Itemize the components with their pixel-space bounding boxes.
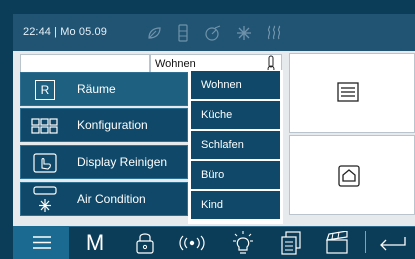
window-icon (178, 24, 188, 42)
menu-item-konfiguration[interactable]: Konfiguration (20, 108, 188, 142)
status-icons (146, 23, 282, 43)
list-icon (337, 82, 359, 102)
aircon-icon (33, 186, 57, 212)
menu-item-label: Display Reinigen (77, 155, 168, 169)
lock-icon (136, 232, 154, 254)
m-button[interactable]: M (80, 226, 110, 259)
menu-item-display-reinigen[interactable]: Display Reinigen (20, 145, 188, 179)
snowflake-icon (237, 26, 251, 40)
menu-item-label: Räume (77, 82, 116, 96)
lock-button[interactable] (130, 226, 160, 259)
hand-icon (33, 153, 57, 173)
submenu-item-buero[interactable]: Büro (191, 161, 280, 189)
hamburger-icon (33, 236, 51, 249)
bulb-icon (233, 230, 253, 254)
heat-icon (267, 25, 281, 40)
submenu-item-schlafen[interactable]: Schlafen (191, 131, 280, 159)
leaf-icon (148, 27, 161, 39)
light-button[interactable] (226, 226, 260, 259)
rooms-icon: R (35, 80, 55, 100)
menu-item-raeume[interactable]: R Räume (20, 72, 188, 106)
menu-item-label: Air Condition (77, 192, 146, 206)
taskbar-divider (365, 231, 366, 253)
document-button[interactable] (276, 226, 306, 259)
document-icon (281, 230, 301, 255)
menu-button[interactable] (13, 226, 69, 259)
submenu-item-kueche[interactable]: Küche (191, 101, 280, 129)
grid-icon (31, 118, 58, 134)
back-icon (380, 236, 406, 250)
scene-icon (326, 230, 348, 254)
scene-button[interactable] (322, 226, 354, 259)
status-bar: 22:44 | Mo 05.09 (13, 14, 415, 51)
shutter-icon (205, 25, 221, 41)
submenu-item-kind[interactable]: Kind (191, 191, 280, 219)
menu-item-air-condition[interactable]: Air Condition (20, 182, 188, 216)
radio-icon (179, 235, 205, 250)
submenu-item-wohnen[interactable]: Wohnen (191, 71, 280, 99)
room-submenu: Wohnen Küche Schlafen Büro Kind (188, 70, 283, 224)
home-icon (338, 165, 360, 187)
taskbar (13, 226, 415, 259)
datetime-label: 22:44 | Mo 05.09 (23, 26, 107, 38)
main-menu: R Räume Konfiguration Display Reinigen A… (20, 72, 188, 220)
radio-button[interactable] (174, 226, 210, 259)
back-button[interactable] (372, 226, 412, 259)
menu-item-label: Konfiguration (77, 118, 148, 132)
